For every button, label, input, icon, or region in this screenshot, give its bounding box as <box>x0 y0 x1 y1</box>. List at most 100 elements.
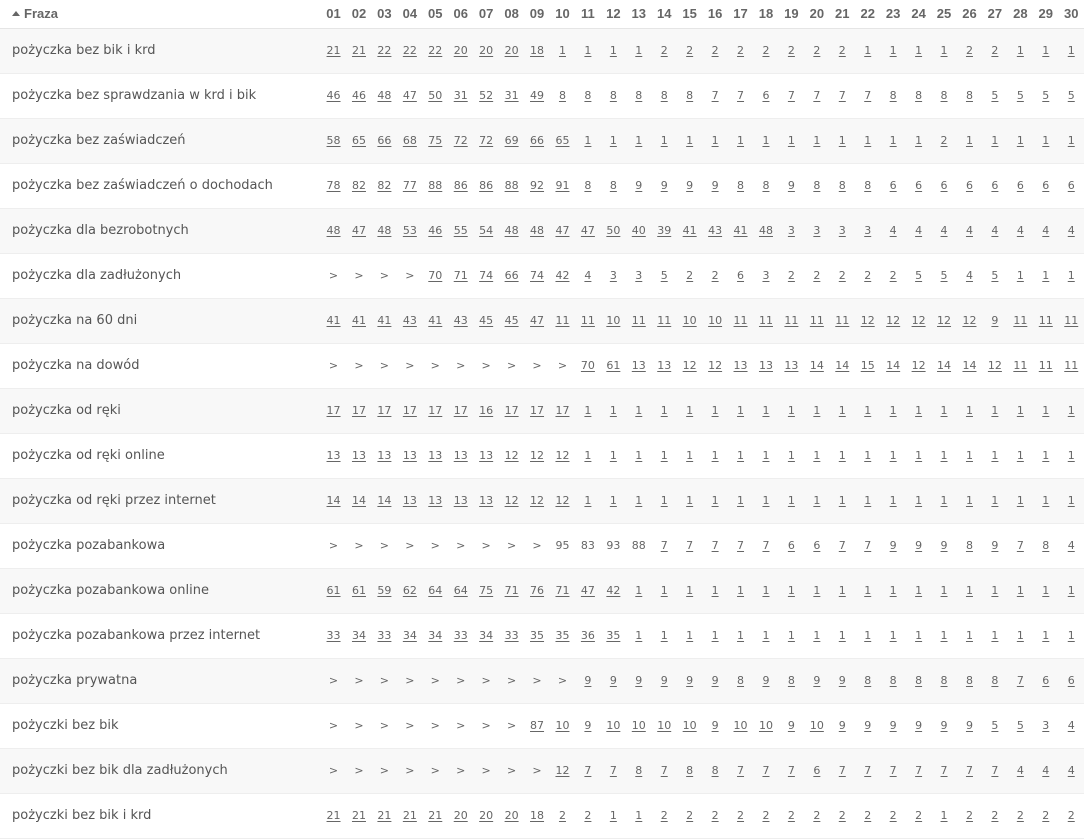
position-link[interactable]: 1 <box>813 134 820 147</box>
position-link[interactable]: 11 <box>1064 359 1078 372</box>
day-column-header[interactable]: 06 <box>448 0 473 28</box>
position-link[interactable]: 50 <box>428 89 442 102</box>
position-link[interactable]: 10 <box>606 314 620 327</box>
position-link[interactable]: 1 <box>991 494 998 507</box>
position-link[interactable]: 1 <box>1042 494 1049 507</box>
position-link[interactable]: 8 <box>966 89 973 102</box>
position-link[interactable]: 5 <box>1017 719 1024 732</box>
position-link[interactable]: 7 <box>737 764 744 777</box>
position-link[interactable]: 13 <box>403 494 417 507</box>
position-link[interactable]: 2 <box>839 44 846 57</box>
position-link[interactable]: 77 <box>403 179 417 192</box>
position-link[interactable]: 1 <box>864 44 871 57</box>
position-link[interactable]: 21 <box>327 809 341 822</box>
position-link[interactable]: 1 <box>635 134 642 147</box>
position-link[interactable]: 8 <box>1042 539 1049 552</box>
position-link[interactable]: 1 <box>1017 449 1024 462</box>
position-link[interactable]: 1 <box>762 494 769 507</box>
position-link[interactable]: 2 <box>788 44 795 57</box>
position-link[interactable]: 6 <box>788 539 795 552</box>
position-link[interactable]: 69 <box>505 134 519 147</box>
position-link[interactable]: 7 <box>915 764 922 777</box>
day-column-header[interactable]: 14 <box>652 0 677 28</box>
position-link[interactable]: 2 <box>991 44 998 57</box>
position-link[interactable]: 47 <box>581 584 595 597</box>
position-link[interactable]: 14 <box>377 494 391 507</box>
position-link[interactable]: 1 <box>1017 629 1024 642</box>
position-link[interactable]: 8 <box>890 674 897 687</box>
position-link[interactable]: 1 <box>941 494 948 507</box>
position-link[interactable]: 1 <box>1017 269 1024 282</box>
position-link[interactable]: 11 <box>835 314 849 327</box>
position-link[interactable]: 8 <box>915 674 922 687</box>
position-link[interactable]: 1 <box>966 629 973 642</box>
position-link[interactable]: 1 <box>737 134 744 147</box>
position-link[interactable]: 1 <box>712 494 719 507</box>
position-link[interactable]: 15 <box>861 359 875 372</box>
position-link[interactable]: 47 <box>352 224 366 237</box>
position-link[interactable]: 2 <box>991 809 998 822</box>
position-link[interactable]: 49 <box>530 89 544 102</box>
position-link[interactable]: 72 <box>454 134 468 147</box>
position-link[interactable]: 7 <box>839 539 846 552</box>
position-link[interactable]: 7 <box>890 764 897 777</box>
position-link[interactable]: 78 <box>327 179 341 192</box>
position-link[interactable]: 2 <box>839 269 846 282</box>
position-link[interactable]: 1 <box>661 134 668 147</box>
position-link[interactable]: 18 <box>530 809 544 822</box>
day-column-header[interactable]: 12 <box>601 0 626 28</box>
day-column-header[interactable]: 10 <box>550 0 575 28</box>
position-link[interactable]: 4 <box>1068 539 1075 552</box>
position-link[interactable]: 72 <box>479 134 493 147</box>
position-link[interactable]: 10 <box>606 719 620 732</box>
position-link[interactable]: 2 <box>813 44 820 57</box>
position-link[interactable]: 54 <box>479 224 493 237</box>
position-link[interactable]: 1 <box>635 629 642 642</box>
position-link[interactable]: 82 <box>352 179 366 192</box>
position-link[interactable]: 9 <box>686 179 693 192</box>
position-link[interactable]: 17 <box>352 404 366 417</box>
position-link[interactable]: 6 <box>941 179 948 192</box>
position-link[interactable]: 88 <box>428 179 442 192</box>
position-link[interactable]: 1 <box>788 494 795 507</box>
position-link[interactable]: 3 <box>839 224 846 237</box>
position-link[interactable]: 2 <box>712 44 719 57</box>
position-link[interactable]: 13 <box>784 359 798 372</box>
position-link[interactable]: 8 <box>890 89 897 102</box>
position-link[interactable]: 9 <box>991 539 998 552</box>
position-link[interactable]: 5 <box>941 269 948 282</box>
position-link[interactable]: 1 <box>941 584 948 597</box>
position-link[interactable]: 5 <box>1068 89 1075 102</box>
position-link[interactable]: 4 <box>1068 224 1075 237</box>
position-link[interactable]: 34 <box>428 629 442 642</box>
position-link[interactable]: 21 <box>352 44 366 57</box>
position-link[interactable]: 1 <box>584 44 591 57</box>
position-link[interactable]: 1 <box>584 134 591 147</box>
position-link[interactable]: 2 <box>890 809 897 822</box>
position-link[interactable]: 9 <box>610 674 617 687</box>
position-link[interactable]: 17 <box>505 404 519 417</box>
position-link[interactable]: 71 <box>454 269 468 282</box>
position-link[interactable]: 7 <box>1017 674 1024 687</box>
position-link[interactable]: 71 <box>505 584 519 597</box>
position-link[interactable]: 34 <box>479 629 493 642</box>
position-link[interactable]: 9 <box>839 719 846 732</box>
position-link[interactable]: 5 <box>915 269 922 282</box>
position-link[interactable]: 9 <box>864 719 871 732</box>
position-link[interactable]: 1 <box>813 629 820 642</box>
position-link[interactable]: 1 <box>839 404 846 417</box>
position-link[interactable]: 7 <box>839 764 846 777</box>
position-link[interactable]: 9 <box>661 179 668 192</box>
position-link[interactable]: 1 <box>941 449 948 462</box>
position-link[interactable]: 11 <box>1064 314 1078 327</box>
position-link[interactable]: 3 <box>788 224 795 237</box>
day-column-header[interactable]: 05 <box>423 0 448 28</box>
position-link[interactable]: 1 <box>915 134 922 147</box>
position-link[interactable]: 2 <box>1017 809 1024 822</box>
position-link[interactable]: 21 <box>428 809 442 822</box>
position-link[interactable]: 3 <box>762 269 769 282</box>
position-link[interactable]: 3 <box>1042 719 1049 732</box>
position-link[interactable]: 1 <box>1042 449 1049 462</box>
position-link[interactable]: 86 <box>479 179 493 192</box>
day-column-header[interactable]: 29 <box>1033 0 1058 28</box>
